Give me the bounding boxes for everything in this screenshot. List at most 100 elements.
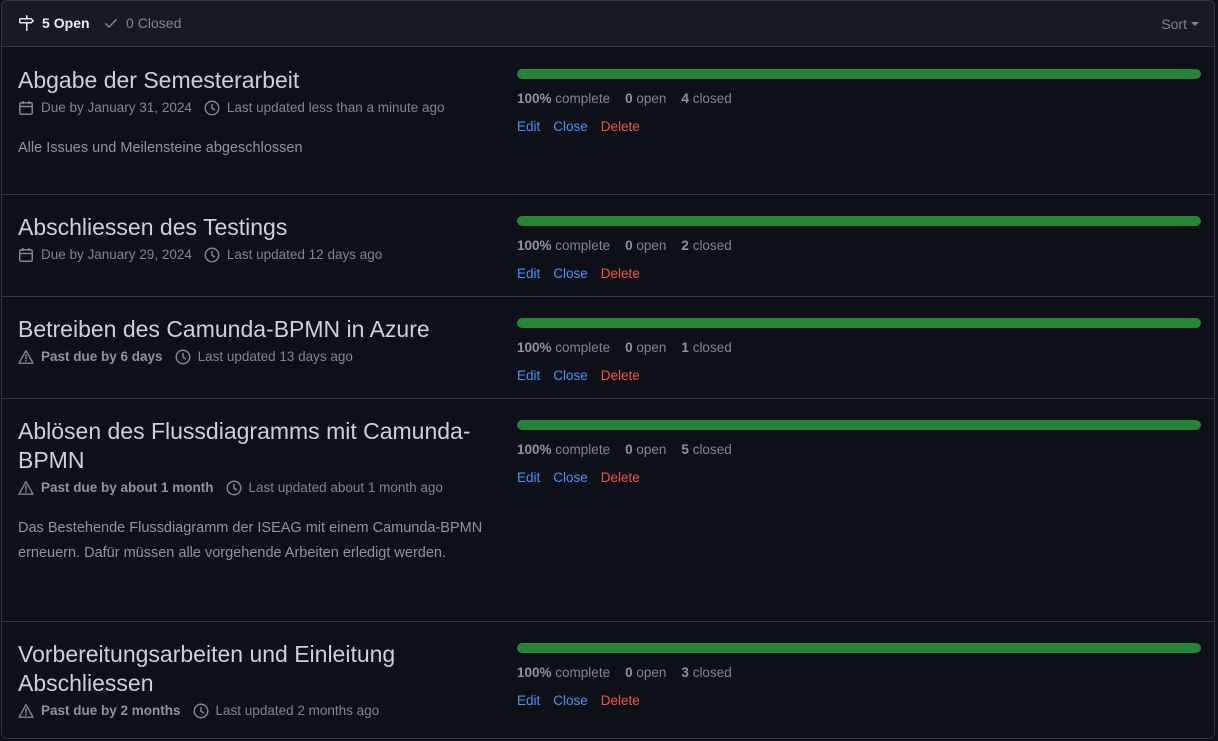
milestone-actions: Edit Close Delete: [517, 367, 1201, 385]
edit-button[interactable]: Edit: [517, 692, 540, 710]
milestone-actions: Edit Close Delete: [517, 469, 1201, 487]
progress-fill: [517, 643, 1201, 653]
due-text: Past due by 6 days: [41, 349, 163, 364]
closed-issues[interactable]: 1 closed: [681, 339, 731, 357]
open-count: 5: [42, 15, 50, 31]
progress-fill: [517, 420, 1201, 430]
updated-text: Last updated 13 days ago: [197, 349, 353, 364]
milestone-title[interactable]: Abgabe der Semesterarbeit: [18, 66, 498, 95]
clock-icon: [226, 480, 242, 496]
milestone-description: Alle Issues und Meilensteine abgeschloss…: [18, 140, 303, 156]
clock-icon: [175, 349, 191, 365]
past-due: Past due by 2 months: [18, 701, 181, 721]
tab-open[interactable]: 5 Open: [19, 15, 90, 31]
close-button[interactable]: Close: [553, 265, 588, 283]
edit-button[interactable]: Edit: [517, 469, 540, 487]
milestone-title[interactable]: Vorbereitungsarbeiten und Einleitung Abs…: [18, 640, 498, 698]
milestone-stats: 100% complete 0 open 1 closed: [517, 339, 1201, 357]
milestone-title[interactable]: Betreiben des Camunda-BPMN in Azure: [18, 315, 498, 344]
progress-bar: [517, 420, 1201, 430]
alert-icon: [18, 480, 34, 495]
milestone-item: Vorbereitungsarbeiten und Einleitung Abs…: [2, 622, 1214, 738]
closed-count: 0: [126, 15, 134, 31]
milestone-item: Ablösen des Flussdiagramms mit Camunda-B…: [2, 399, 1214, 622]
alert-icon: [18, 349, 34, 364]
open-issues[interactable]: 0 open: [625, 441, 666, 459]
milestone-description: Das Bestehende Flussdiagramm der ISEAG m…: [18, 520, 483, 561]
closed-issues[interactable]: 2 closed: [681, 237, 731, 255]
due-text: Due by January 29, 2024: [41, 247, 192, 262]
milestones-header: 5 Open 0 Closed Sort: [2, 1, 1214, 47]
past-due: Past due by 6 days: [18, 347, 163, 367]
progress-bar: [517, 318, 1201, 328]
milestone-title[interactable]: Ablösen des Flussdiagramms mit Camunda-B…: [18, 417, 498, 475]
past-due: Past due by about 1 month: [18, 478, 214, 498]
delete-button[interactable]: Delete: [601, 367, 640, 385]
milestone-icon: [19, 15, 34, 31]
last-updated: Last updated 2 months ago: [193, 701, 380, 721]
progress-bar: [517, 643, 1201, 653]
close-button[interactable]: Close: [553, 692, 588, 710]
delete-button[interactable]: Delete: [601, 469, 640, 487]
delete-button[interactable]: Delete: [601, 692, 640, 710]
milestone-actions: Edit Close Delete: [517, 118, 1201, 136]
progress-fill: [517, 318, 1201, 328]
due-text: Past due by about 1 month: [41, 480, 214, 495]
milestone-actions: Edit Close Delete: [517, 265, 1201, 283]
milestone-item: Betreiben des Camunda-BPMN in Azure Past…: [2, 297, 1214, 399]
edit-button[interactable]: Edit: [517, 367, 540, 385]
last-updated: Last updated less than a minute ago: [204, 98, 445, 118]
milestone-stats: 100% complete 0 open 4 closed: [517, 90, 1201, 108]
sort-label: Sort: [1161, 16, 1187, 32]
percent-complete: 100% complete: [517, 340, 611, 355]
progress-fill: [517, 69, 1201, 79]
calendar-icon: [19, 248, 33, 262]
tab-closed[interactable]: 0 Closed: [103, 15, 181, 31]
alert-icon: [18, 703, 34, 718]
updated-text: Last updated less than a minute ago: [226, 100, 445, 115]
open-label: Open: [53, 15, 90, 31]
milestone-meta: Past due by 2 months Last updated 2 mont…: [18, 701, 498, 721]
percent-complete: 100% complete: [517, 238, 611, 253]
milestone-item: Abgabe der Semesterarbeit Due by January…: [2, 48, 1214, 195]
closed-issues[interactable]: 4 closed: [681, 90, 731, 108]
percent-complete: 100% complete: [517, 665, 611, 680]
open-issues[interactable]: 0 open: [625, 339, 666, 357]
milestones-list: 5 Open 0 Closed Sort Abgabe der Semester…: [1, 0, 1215, 739]
closed-issues[interactable]: 3 closed: [681, 664, 731, 682]
milestone-meta: Due by January 31, 2024 Last updated les…: [18, 98, 498, 118]
milestone-meta: Past due by 6 days Last updated 13 days …: [18, 347, 498, 367]
last-updated: Last updated 13 days ago: [175, 347, 353, 367]
delete-button[interactable]: Delete: [601, 265, 640, 283]
sort-dropdown[interactable]: Sort: [1161, 16, 1199, 32]
last-updated: Last updated 12 days ago: [204, 245, 382, 265]
percent-complete: 100% complete: [517, 91, 611, 106]
open-issues[interactable]: 0 open: [625, 237, 666, 255]
milestone-meta: Due by January 29, 2024 Last updated 12 …: [18, 245, 498, 265]
closed-issues[interactable]: 5 closed: [681, 441, 731, 459]
milestone-actions: Edit Close Delete: [517, 692, 1201, 710]
progress-bar: [517, 216, 1201, 226]
edit-button[interactable]: Edit: [517, 265, 540, 283]
clock-icon: [204, 100, 220, 116]
progress-fill: [517, 216, 1201, 226]
updated-text: Last updated 2 months ago: [215, 703, 380, 718]
updated-text: Last updated 12 days ago: [226, 247, 383, 262]
delete-button[interactable]: Delete: [601, 118, 640, 136]
progress-bar: [517, 69, 1201, 79]
close-button[interactable]: Close: [553, 118, 588, 136]
open-issues[interactable]: 0 open: [625, 90, 666, 108]
check-icon: [105, 19, 117, 28]
milestone-title[interactable]: Abschliessen des Testings: [18, 213, 498, 242]
last-updated: Last updated about 1 month ago: [226, 478, 443, 498]
milestone-stats: 100% complete 0 open 5 closed: [517, 441, 1201, 459]
milestone-meta: Past due by about 1 month Last updated a…: [18, 478, 498, 498]
close-button[interactable]: Close: [553, 367, 588, 385]
updated-text: Last updated about 1 month ago: [248, 480, 443, 495]
open-issues[interactable]: 0 open: [625, 664, 666, 682]
percent-complete: 100% complete: [517, 442, 611, 457]
edit-button[interactable]: Edit: [517, 118, 540, 136]
close-button[interactable]: Close: [553, 469, 588, 487]
closed-label: Closed: [137, 15, 182, 31]
milestone-stats: 100% complete 0 open 3 closed: [517, 664, 1201, 682]
